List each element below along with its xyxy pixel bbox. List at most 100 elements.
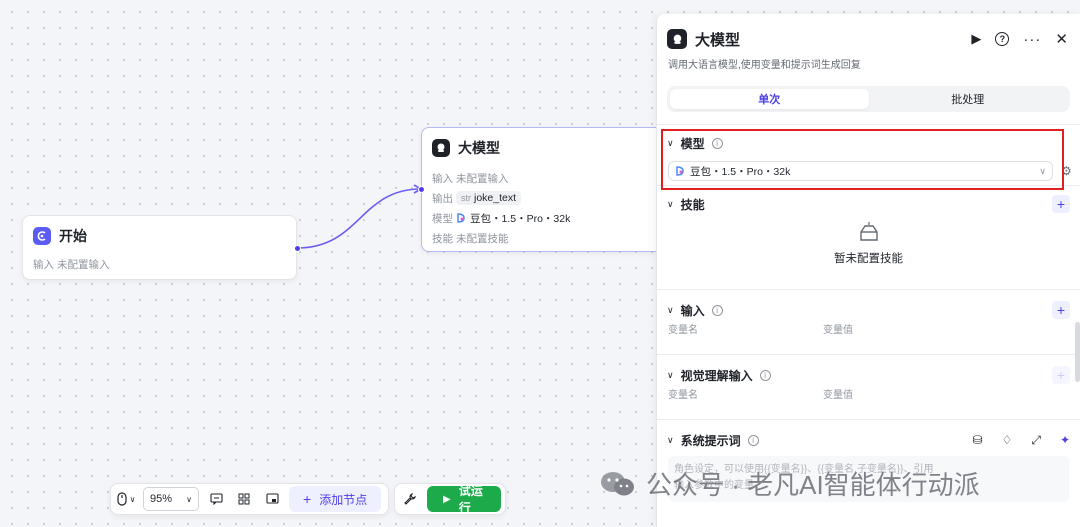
skills-empty-text: 暂未配置技能 xyxy=(834,253,903,265)
test-run-button[interactable]: ▶ 试运行 xyxy=(427,484,501,515)
panel-header: 大模型 ▶ ? ··· ✕ xyxy=(657,14,1080,54)
prompt-library-icon[interactable]: ⛁ xyxy=(973,433,983,447)
start-node[interactable]: 开始 输入 未配置输入 xyxy=(22,215,301,280)
llm-node-output-label: 输出 xyxy=(432,192,453,205)
model-section: ∨ 模型 i 豆包・1.5・Pro・32k ∨ ⚙ xyxy=(657,125,1080,185)
empty-box-icon xyxy=(859,222,878,241)
ai-sparkle-icon[interactable]: ✦ xyxy=(1060,433,1070,447)
input-col-value: 变量值 xyxy=(823,324,853,336)
llm-node-skill-label: 技能 xyxy=(432,232,453,245)
info-icon[interactable]: i xyxy=(759,369,771,381)
chevron-down-icon[interactable]: ∨ xyxy=(667,199,674,210)
llm-node-model-value: 豆包・1.5・Pro・32k xyxy=(470,212,571,225)
mouse-icon xyxy=(116,492,127,506)
tab-single[interactable]: 单次 xyxy=(670,89,869,109)
llm-node-model-row: 模型 豆包・1.5・Pro・32k xyxy=(422,208,670,228)
grid-icon xyxy=(238,493,250,505)
lightbulb-icon[interactable]: ♢ xyxy=(1002,433,1013,447)
llm-node-input-label: 输入 xyxy=(432,172,453,185)
start-node-input-row: 输入 未配置输入 xyxy=(23,254,296,274)
llm-node-input-row: 输入 未配置输入 xyxy=(422,168,670,188)
doubao-logo-icon xyxy=(676,166,684,176)
info-icon[interactable]: i xyxy=(711,137,723,149)
llm-panel-icon xyxy=(667,29,687,49)
add-vision-input-button[interactable]: + xyxy=(1052,366,1070,384)
llm-node-title: 大模型 xyxy=(458,140,500,156)
chevron-down-icon[interactable]: ∨ xyxy=(667,305,674,316)
output-variable-name: joke_text xyxy=(474,192,517,204)
node-config-panel: 大模型 ▶ ? ··· ✕ 调用大语言模型,使用变量和提示词生成回复 单次 批处… xyxy=(656,14,1080,527)
llm-node-skill-value: 未配置技能 xyxy=(456,232,509,245)
tab-batch[interactable]: 批处理 xyxy=(869,89,1068,109)
input-columns: 变量名 变量值 xyxy=(657,320,1080,336)
panel-description: 调用大语言模型,使用变量和提示词生成回复 xyxy=(668,60,861,71)
info-icon[interactable]: i xyxy=(711,304,723,316)
canvas-toolbar: ∨ 95% ∨ + 添加节点 xyxy=(110,483,389,515)
llm-node-skill-row: 技能 未配置技能 xyxy=(422,228,670,248)
comment-button[interactable] xyxy=(205,487,227,511)
llm-node-input-value: 未配置输入 xyxy=(456,172,509,185)
zoom-value: 95% xyxy=(150,493,173,505)
system-prompt-section: ∨ 系统提示词 i ⛁ ♢ ⤢ ✦ 角色设定，可以使用{{变量名}}、{{变量名… xyxy=(657,420,1080,502)
minimap-button[interactable] xyxy=(261,487,283,511)
doubao-logo-icon xyxy=(456,213,466,223)
add-input-button[interactable]: + xyxy=(1052,301,1070,319)
run-toolbar: ▶ 试运行 xyxy=(394,483,506,515)
skills-section: ∨ 技能 + 暂未配置技能 xyxy=(657,186,1080,289)
mode-tabs: 单次 批处理 xyxy=(667,86,1070,112)
vision-col-name: 变量名 xyxy=(668,389,698,401)
llm-node-model-label: 模型 xyxy=(432,212,453,225)
chevron-down-icon[interactable]: ∨ xyxy=(667,435,674,446)
minimap-icon xyxy=(265,493,279,504)
add-node-button[interactable]: + 添加节点 xyxy=(289,486,382,512)
model-select[interactable]: 豆包・1.5・Pro・32k ∨ xyxy=(668,161,1053,181)
input-col-name: 变量名 xyxy=(668,324,698,336)
add-skill-button[interactable]: + xyxy=(1052,195,1070,213)
start-node-output-port[interactable] xyxy=(294,245,301,252)
system-prompt-title: 系统提示词 xyxy=(680,433,741,448)
system-prompt-input[interactable]: 角色设定，可以使用{{变量名}}、{{变量名.子变量名}}、引用 输入参数中的变… xyxy=(668,456,1069,502)
mouse-mode-button[interactable]: ∨ xyxy=(115,487,137,511)
system-prompt-placeholder-1: 角色设定，可以使用{{变量名}}、{{变量名.子变量名}}、引用 xyxy=(674,464,934,475)
llm-node-input-port[interactable] xyxy=(418,186,425,193)
output-variable-tag: str joke_text xyxy=(456,191,522,205)
model-settings-icon[interactable]: ⚙ xyxy=(1061,164,1072,178)
system-prompt-placeholder-2: 输入参数中的变量 xyxy=(674,480,754,491)
plus-icon: + xyxy=(303,491,312,507)
chevron-down-icon: ∨ xyxy=(129,494,136,504)
vision-input-section: ∨ 视觉理解输入 i + 变量名 变量值 xyxy=(657,355,1080,419)
input-section: ∨ 输入 i + 变量名 变量值 xyxy=(657,290,1080,354)
start-node-input-label: 输入 xyxy=(33,258,54,271)
zoom-select[interactable]: 95% ∨ xyxy=(143,487,199,511)
input-section-title: 输入 xyxy=(680,303,705,318)
chevron-down-icon[interactable]: ∨ xyxy=(667,370,674,381)
output-type: str xyxy=(461,193,471,203)
llm-node[interactable]: 大模型 输入 未配置输入 输出 str joke_text 模型 豆包・1.5・… xyxy=(418,127,671,252)
wrench-icon xyxy=(404,493,416,505)
start-node-input-value: 未配置输入 xyxy=(57,258,110,271)
run-node-icon[interactable]: ▶ xyxy=(971,31,981,47)
vision-columns: 变量名 变量值 xyxy=(657,385,1080,401)
help-icon[interactable]: ? xyxy=(995,32,1010,46)
play-icon: ▶ xyxy=(443,493,451,505)
info-icon[interactable]: i xyxy=(747,434,759,446)
panel-title: 大模型 xyxy=(695,31,741,49)
chevron-down-icon: ∨ xyxy=(186,494,192,504)
more-icon[interactable]: ··· xyxy=(1023,31,1041,48)
llm-node-icon xyxy=(432,139,450,157)
chevron-down-icon[interactable]: ∨ xyxy=(667,138,674,149)
llm-node-output-row: 输出 str joke_text xyxy=(422,188,670,208)
chevron-down-icon: ∨ xyxy=(1039,165,1046,176)
panel-scrollbar[interactable] xyxy=(1075,322,1080,382)
skills-empty-state: 暂未配置技能 xyxy=(657,214,1080,266)
model-section-title: 模型 xyxy=(680,136,705,151)
skills-section-title: 技能 xyxy=(680,197,705,212)
layout-button[interactable] xyxy=(233,487,255,511)
start-node-title: 开始 xyxy=(59,228,87,244)
add-node-label: 添加节点 xyxy=(319,492,368,507)
debug-tools-button[interactable] xyxy=(399,487,421,511)
close-icon[interactable]: ✕ xyxy=(1055,30,1068,48)
start-node-icon xyxy=(33,227,51,245)
expand-icon[interactable]: ⤢ xyxy=(1031,433,1041,448)
comment-icon xyxy=(209,493,223,505)
